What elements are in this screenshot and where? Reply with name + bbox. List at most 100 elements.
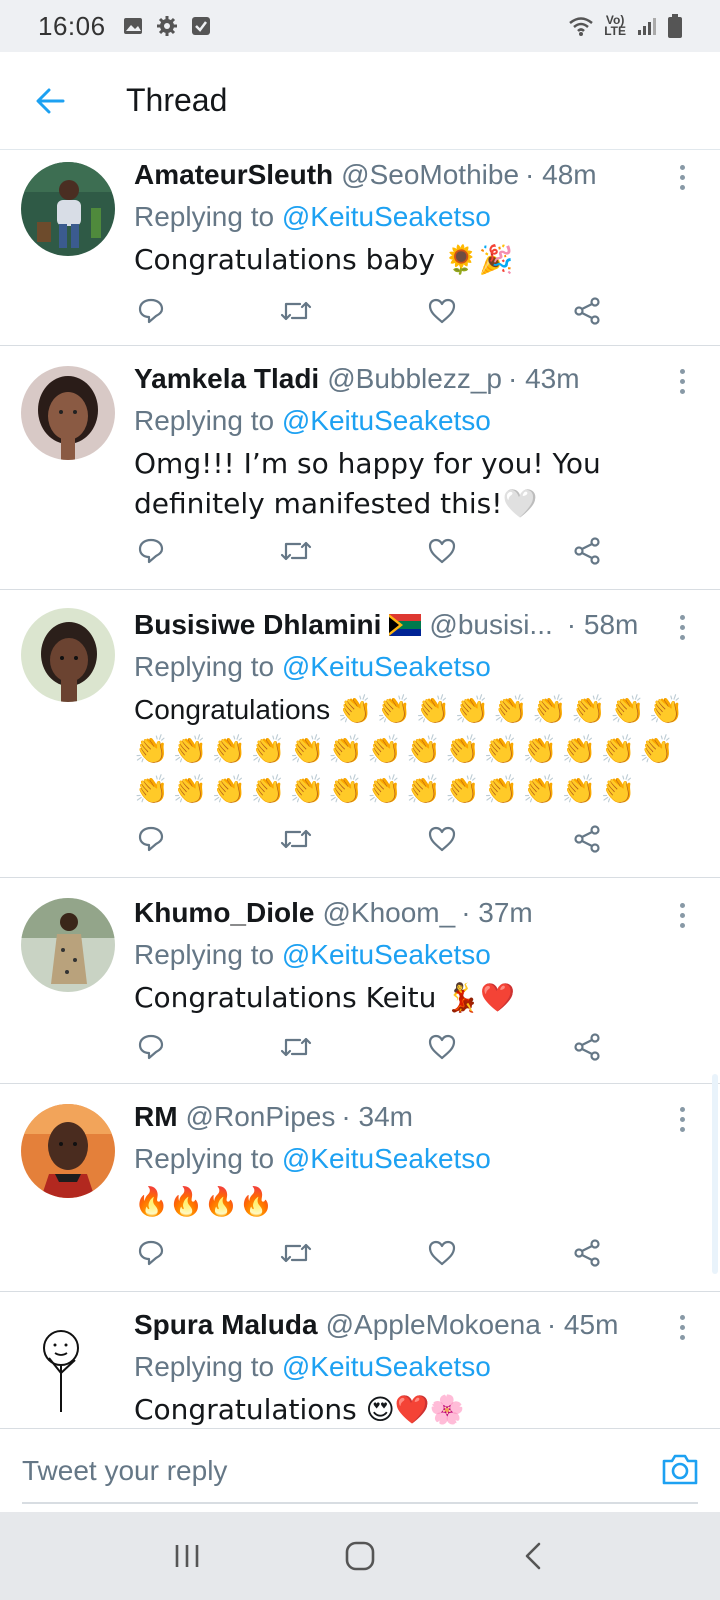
more-options-button[interactable] <box>670 1310 694 1344</box>
display-name[interactable]: Yamkela Tladi <box>134 363 319 395</box>
replying-to: Replying to @KeituSeaketso <box>134 648 690 686</box>
mention-link[interactable]: @KeituSeaketso <box>282 1143 491 1174</box>
reply-button[interactable] <box>134 1030 168 1064</box>
mention-link[interactable]: @KeituSeaketso <box>282 201 491 232</box>
more-options-button[interactable] <box>670 898 694 932</box>
replying-to: Replying to @KeituSeaketso <box>134 402 690 440</box>
user-handle[interactable]: @Khoom_ <box>322 897 455 929</box>
tweet[interactable]: Yamkela Tladi @Bubblezz_p · 43m Replying… <box>0 346 720 590</box>
mention-link[interactable]: @KeituSeaketso <box>282 939 491 970</box>
clapping-hands-emoji: 👏 <box>172 773 208 806</box>
like-button[interactable] <box>425 1030 459 1064</box>
user-handle[interactable]: @AppleMokoena <box>326 1309 541 1341</box>
clapping-hands-emoji: 👏 <box>600 773 636 806</box>
avatar[interactable] <box>21 898 115 992</box>
share-button[interactable] <box>570 822 604 856</box>
tweet-text: Congratulations Keitu 💃❤️ <box>134 981 515 1014</box>
user-handle[interactable]: @SeoMothibe <box>341 159 519 191</box>
share-icon <box>574 825 600 853</box>
display-name[interactable]: AmateurSleuth <box>134 159 333 191</box>
avatar[interactable] <box>21 162 115 256</box>
clapping-hands-emoji: 👏 <box>639 733 675 766</box>
retweet-button[interactable] <box>279 534 313 568</box>
clapping-hands-emoji: 👏 <box>367 773 403 806</box>
more-options-button[interactable] <box>670 610 694 644</box>
user-handle[interactable]: @busisi... <box>429 609 552 641</box>
recents-button[interactable] <box>157 1526 217 1586</box>
more-options-button[interactable] <box>670 364 694 398</box>
status-time: 16:06 <box>38 10 106 41</box>
reply-button[interactable] <box>134 534 168 568</box>
clapping-hands-emoji: 👏 <box>610 693 645 726</box>
back-nav-button[interactable] <box>503 1526 563 1586</box>
retweet-icon <box>281 301 312 321</box>
like-button[interactable] <box>425 822 459 856</box>
retweet-button[interactable] <box>279 1030 313 1064</box>
like-icon <box>428 538 455 564</box>
clapping-hands-emoji: 👏 <box>337 693 373 726</box>
replying-prefix: Replying to <box>134 1351 282 1382</box>
page-title: Thread <box>126 82 228 118</box>
reply-button[interactable] <box>134 822 168 856</box>
tweet-time: · 58m <box>566 609 639 640</box>
clapping-hands-emoji: 👏 <box>445 773 480 806</box>
user-handle[interactable]: @Bubblezz_p <box>327 363 502 395</box>
lte-indicator: Vo) LTE <box>604 14 626 37</box>
clapping-hands-emoji: 👏 <box>367 733 403 766</box>
clapping-hands-emoji: 👏 <box>328 773 364 806</box>
replying-prefix: Replying to <box>134 201 282 232</box>
retweet-button[interactable] <box>279 1236 313 1270</box>
mention-link[interactable]: @KeituSeaketso <box>282 405 491 436</box>
scrollbar[interactable] <box>712 1074 718 1274</box>
system-nav-bar <box>0 1512 720 1600</box>
share-button[interactable] <box>570 534 604 568</box>
mention-link[interactable]: @KeituSeaketso <box>282 651 491 682</box>
reply-button[interactable] <box>134 294 168 328</box>
share-button[interactable] <box>570 1030 604 1064</box>
tweet[interactable]: Khumo_Diole @Khoom_ · 37m Replying to @K… <box>0 878 720 1084</box>
reply-icon <box>138 1034 164 1060</box>
avatar[interactable] <box>21 1318 115 1412</box>
like-button[interactable] <box>425 534 459 568</box>
share-button[interactable] <box>570 294 604 328</box>
mention-link[interactable]: @KeituSeaketso <box>282 1351 491 1382</box>
clapping-hands-emoji: 👏 <box>454 693 490 726</box>
avatar[interactable] <box>21 1104 115 1198</box>
reply-icon <box>138 1240 164 1266</box>
more-options-button[interactable] <box>670 1102 694 1136</box>
avatar[interactable] <box>21 366 115 460</box>
retweet-icon <box>281 1243 312 1263</box>
tweet[interactable]: Busisiwe Dhlamini @busisi... · 58m Reply… <box>0 590 720 878</box>
like-button[interactable] <box>425 1236 459 1270</box>
retweet-icon <box>281 829 312 849</box>
clapping-hands-emoji: 👏 <box>522 773 558 806</box>
like-icon <box>428 1034 455 1060</box>
signal-icon <box>638 18 656 35</box>
display-name[interactable]: Spura Maluda <box>134 1309 318 1341</box>
gear-icon <box>156 16 177 36</box>
retweet-button[interactable] <box>279 822 313 856</box>
thread-feed[interactable]: AmateurSleuth @SeoMothibe · 48m Replying… <box>0 150 720 1428</box>
tweet[interactable]: AmateurSleuth @SeoMothibe · 48m Replying… <box>0 150 720 346</box>
reply-button[interactable] <box>134 1236 168 1270</box>
tweet[interactable]: RM @RonPipes · 34m Replying to @KeituSea… <box>0 1084 720 1292</box>
user-handle[interactable]: @RonPipes <box>186 1101 336 1133</box>
camera-button[interactable] <box>660 1449 700 1489</box>
more-options-button[interactable] <box>670 160 694 194</box>
display-name[interactable]: Khumo_Diole <box>134 897 314 929</box>
tweet-time: · 43m <box>507 363 580 394</box>
display-name[interactable]: RM <box>134 1101 178 1133</box>
tweet-reply-input[interactable] <box>22 1443 622 1499</box>
tweet[interactable]: Spura Maluda @AppleMokoena · 45m Replyin… <box>0 1292 720 1428</box>
avatar[interactable] <box>21 608 115 702</box>
like-icon <box>428 826 455 852</box>
replying-prefix: Replying to <box>134 1143 282 1174</box>
display-name[interactable]: Busisiwe Dhlamini <box>134 609 381 641</box>
share-button[interactable] <box>570 1236 604 1270</box>
like-button[interactable] <box>425 294 459 328</box>
home-button[interactable] <box>330 1526 390 1586</box>
clapping-hands-emoji: 👏 <box>483 773 519 806</box>
tweet-meta: Spura Maluda @AppleMokoena · 45m <box>134 1306 690 1344</box>
back-button[interactable] <box>20 71 80 131</box>
retweet-button[interactable] <box>279 294 313 328</box>
